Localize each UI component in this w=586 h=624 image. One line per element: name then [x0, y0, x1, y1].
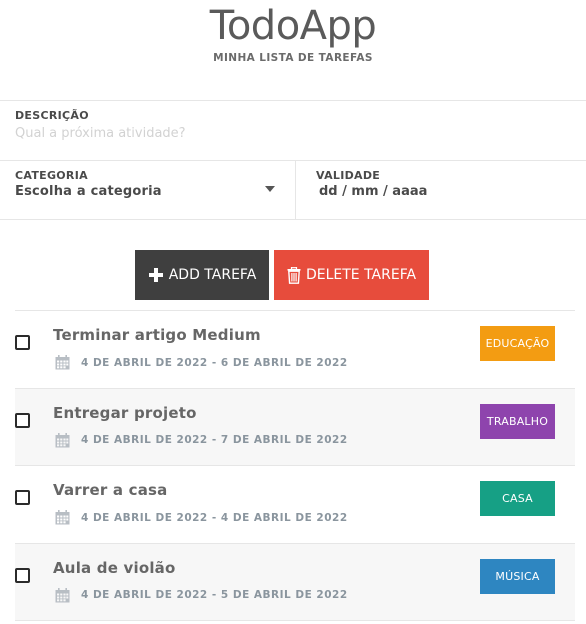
app-title: TodoApp	[209, 3, 377, 49]
delete-task-button[interactable]: DELETE TAREFA	[274, 250, 429, 300]
calendar-icon	[55, 510, 70, 525]
trash-icon	[287, 266, 301, 284]
task-checkbox[interactable]	[15, 335, 30, 350]
description-field: DESCRIÇÃO	[0, 101, 586, 161]
plus-icon	[148, 268, 163, 282]
task-item: Entregar projeto 4 DE ABRIL DE 2022 - 7 …	[15, 388, 575, 466]
chevron-down-icon[interactable]	[265, 186, 275, 192]
category-select[interactable]: CATEGORIA Escolha a categoria	[0, 161, 296, 219]
category-selected-value: Escolha a categoria	[15, 184, 162, 199]
category-badge: CASA	[480, 481, 555, 516]
category-label: CATEGORIA	[15, 169, 88, 182]
task-dates: 4 DE ABRIL DE 2022 - 4 DE ABRIL DE 2022	[55, 510, 348, 525]
action-buttons: ADD TAREFA DELETE TAREFA	[0, 250, 586, 300]
task-item: Varrer a casa 4 DE ABRIL DE 2022 - 4 DE …	[15, 466, 575, 544]
task-title: Terminar artigo Medium	[53, 326, 261, 344]
task-title: Aula de violão	[53, 558, 176, 577]
calendar-icon	[55, 432, 70, 447]
calendar-icon	[55, 587, 70, 602]
task-dates-text: 4 DE ABRIL DE 2022 - 5 DE ABRIL DE 2022	[81, 589, 348, 601]
task-checkbox[interactable]	[15, 490, 30, 505]
task-title: Varrer a casa	[53, 481, 168, 499]
validity-label: VALIDADE	[316, 169, 381, 182]
calendar-icon	[55, 355, 70, 370]
app-subtitle: MINHA LISTA DE TAREFAS	[213, 52, 373, 64]
task-form: DESCRIÇÃO CATEGORIA Escolha a categoria …	[0, 100, 586, 220]
task-dates-text: 4 DE ABRIL DE 2022 - 4 DE ABRIL DE 2022	[81, 511, 348, 524]
validity-date-field[interactable]: VALIDADE dd / mm / aaaa	[296, 161, 586, 219]
category-badge: TRABALHO	[480, 403, 555, 439]
validity-date-input[interactable]: dd / mm / aaaa	[316, 184, 566, 199]
task-dates-text: 4 DE ABRIL DE 2022 - 7 DE ABRIL DE 2022	[81, 434, 348, 446]
header: TodoApp MINHA LISTA DE TAREFAS	[0, 0, 586, 100]
add-task-label: ADD TAREFA	[168, 267, 257, 283]
category-badge: MÚSICA	[480, 558, 555, 594]
task-item: Aula de violão 4 DE ABRIL DE 2022 - 5 DE…	[15, 543, 575, 621]
task-dates: 4 DE ABRIL DE 2022 - 6 DE ABRIL DE 2022	[55, 355, 348, 370]
description-input[interactable]	[15, 126, 571, 141]
task-checkbox[interactable]	[15, 567, 30, 583]
task-dates-text: 4 DE ABRIL DE 2022 - 6 DE ABRIL DE 2022	[81, 356, 348, 369]
task-item: Terminar artigo Medium 4 DE ABRIL DE 202…	[15, 311, 575, 389]
task-dates: 4 DE ABRIL DE 2022 - 5 DE ABRIL DE 2022	[55, 587, 348, 603]
add-task-button[interactable]: ADD TAREFA	[135, 250, 269, 300]
delete-task-label: DELETE TAREFA	[305, 267, 417, 283]
description-label: DESCRIÇÃO	[15, 109, 89, 122]
task-dates: 4 DE ABRIL DE 2022 - 7 DE ABRIL DE 2022	[55, 432, 348, 448]
category-badge: EDUCAÇÃO	[480, 326, 555, 361]
task-title: Entregar projeto	[53, 403, 197, 422]
task-list: Terminar artigo Medium 4 DE ABRIL DE 202…	[15, 310, 575, 621]
task-checkbox[interactable]	[15, 412, 30, 428]
